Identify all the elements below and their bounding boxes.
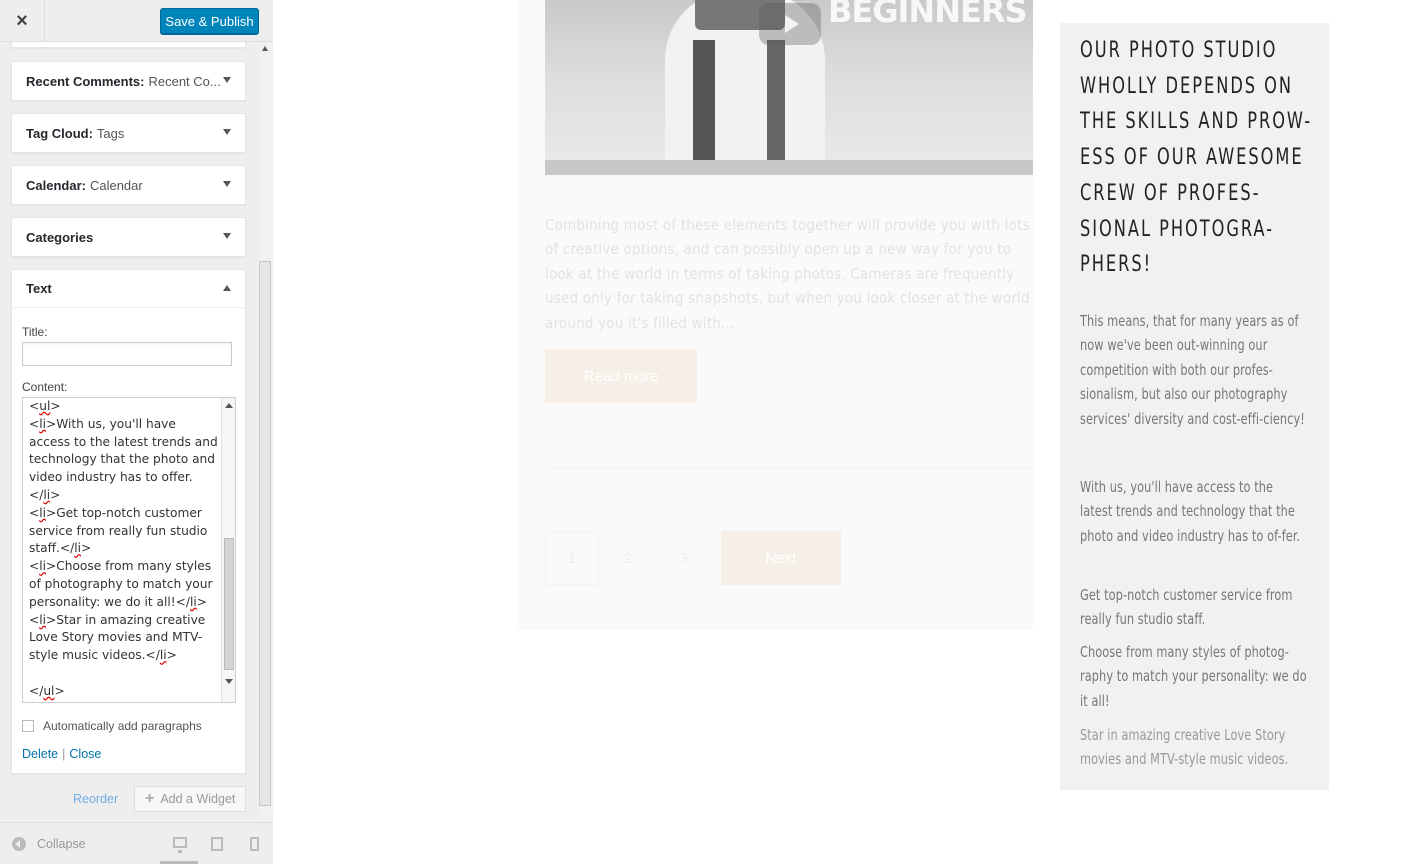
collapse-button[interactable]: Collapse — [12, 837, 86, 851]
mobile-icon[interactable] — [250, 837, 259, 851]
content-line: <li>Get top-notch customer service from … — [29, 505, 212, 556]
separator: | — [62, 747, 66, 761]
preview-list-item: Get top-notch customer service from real… — [1080, 586, 1293, 629]
sidebar-scroll-thumb[interactable] — [259, 261, 271, 806]
widget-header[interactable]: Calendar: Calendar — [12, 166, 245, 204]
content-line: <li>With us, you'll have access to the l… — [29, 416, 222, 502]
add-widget-button[interactable]: + Add a Widget — [134, 786, 246, 812]
add-widget-label: Add a Widget — [160, 792, 236, 806]
widget-actions: Delete | Close — [22, 747, 101, 761]
preview-list-item: Star in amazing creative Love Story movi… — [1080, 726, 1289, 769]
content-textarea[interactable]: <ul> <li>With us, you'll have access to t… — [22, 397, 236, 703]
plus-icon: + — [145, 790, 155, 807]
widget-tag-cloud[interactable]: Tag Cloud: Tags — [11, 113, 246, 153]
widget-header[interactable]: Categories — [12, 218, 245, 256]
expand-arrow-icon[interactable] — [223, 233, 231, 239]
title-input[interactable] — [22, 342, 232, 366]
customizer-header: × Save & Publish — [0, 0, 273, 42]
reorder-link[interactable]: Reorder — [73, 792, 118, 806]
expand-arrow-icon[interactable] — [223, 129, 231, 135]
customizer-footer: Collapse — [0, 822, 273, 864]
post-excerpt: Combining most of these elements togethe… — [545, 216, 1030, 332]
content-line: </ul> — [29, 683, 65, 698]
content-line: <li>Star in amazing creative Love Story … — [29, 612, 210, 663]
delete-link[interactable]: Delete — [22, 747, 58, 761]
next-page-button[interactable]: Next — [721, 531, 841, 585]
preview-list-item: Choose from many styles of photog-raphy … — [1080, 643, 1307, 710]
widget-list: Recent Comments: Recent Co... Tag Cloud:… — [0, 42, 258, 822]
close-link[interactable]: Close — [69, 747, 101, 761]
widget-title: Recent Co... — [148, 73, 221, 89]
textarea-scroll-thumb[interactable] — [224, 538, 234, 670]
widget-name: Text — [26, 281, 52, 296]
site-preview: BEGINNERS Combining most of these elemen… — [274, 0, 1419, 864]
page-link-3[interactable]: 3 — [657, 531, 711, 585]
customizer-sidebar: × Save & Publish Recent Comments: Recent… — [0, 0, 273, 864]
preview-paragraph: With us, you'll have access to the lates… — [1080, 478, 1301, 545]
camera-strap — [767, 40, 785, 160]
widget-header[interactable]: Text — [12, 270, 245, 308]
widget-recent-comments[interactable]: Recent Comments: Recent Co... — [11, 61, 246, 101]
preview-text-widget: Our photo studio wholly depends on the s… — [1060, 23, 1329, 790]
auto-paragraphs-option[interactable]: Automatically add paragraphs — [22, 719, 202, 733]
widget-name: Tag Cloud: — [26, 125, 93, 141]
collapse-label: Collapse — [37, 837, 86, 851]
preview-paragraph: This means, that for many years as of no… — [1080, 312, 1305, 428]
expand-arrow-icon[interactable] — [223, 181, 231, 187]
widget-partial-top[interactable] — [11, 42, 246, 48]
expand-arrow-icon[interactable] — [223, 77, 231, 83]
save-publish-button[interactable]: Save & Publish — [160, 8, 259, 34]
widget-calendar[interactable]: Calendar: Calendar — [11, 165, 246, 205]
scroll-up-icon[interactable] — [262, 46, 268, 51]
widget-name: Recent Comments: — [26, 73, 145, 89]
camera-strap — [693, 40, 715, 160]
page-link-1[interactable]: 1 — [545, 531, 599, 585]
tablet-icon[interactable] — [211, 837, 223, 851]
collapse-arrow-icon — [12, 837, 26, 851]
divider — [545, 467, 1033, 468]
auto-paragraphs-label: Automatically add paragraphs — [43, 719, 202, 733]
title-label: Title: — [22, 325, 48, 339]
video-title-text: BEGINNERS — [828, 0, 1028, 30]
collapse-arrow-icon[interactable] — [223, 285, 231, 291]
content-label: Content: — [22, 380, 68, 394]
widget-categories[interactable]: Categories — [11, 217, 246, 257]
close-icon[interactable]: × — [0, 0, 45, 42]
play-icon[interactable] — [759, 3, 821, 45]
widget-header[interactable]: Recent Comments: Recent Co... — [12, 62, 245, 100]
widget-name: Categories — [26, 229, 94, 245]
content-line: <li>Choose from many styles of photograp… — [29, 559, 217, 609]
widget-name: Calendar: — [26, 177, 86, 193]
widget-title: Calendar — [89, 177, 143, 193]
textarea-scrollbar[interactable] — [221, 398, 235, 702]
preview-widget-title: Our photo studio wholly depends on the s… — [1080, 38, 1313, 278]
content-text: <ul> <li>With us, you'll have access to t… — [29, 398, 219, 701]
scroll-down-icon[interactable] — [225, 679, 233, 684]
widget-header[interactable]: Tag Cloud: Tags — [12, 114, 245, 152]
scroll-up-icon[interactable] — [225, 403, 233, 408]
content-line — [29, 665, 219, 683]
video-progress-bar — [545, 160, 1033, 175]
read-more-button[interactable]: Read more — [545, 349, 697, 403]
sidebar-scrollbar[interactable] — [258, 42, 273, 822]
widget-text: Text Title: Content: <ul> <li>With us, yo… — [11, 269, 246, 774]
desktop-icon[interactable] — [173, 837, 187, 853]
page-link-2[interactable]: 2 — [601, 531, 655, 585]
content-line: <ul> — [29, 399, 61, 413]
widget-title: Tags — [96, 125, 125, 141]
auto-paragraphs-checkbox[interactable] — [22, 720, 34, 732]
